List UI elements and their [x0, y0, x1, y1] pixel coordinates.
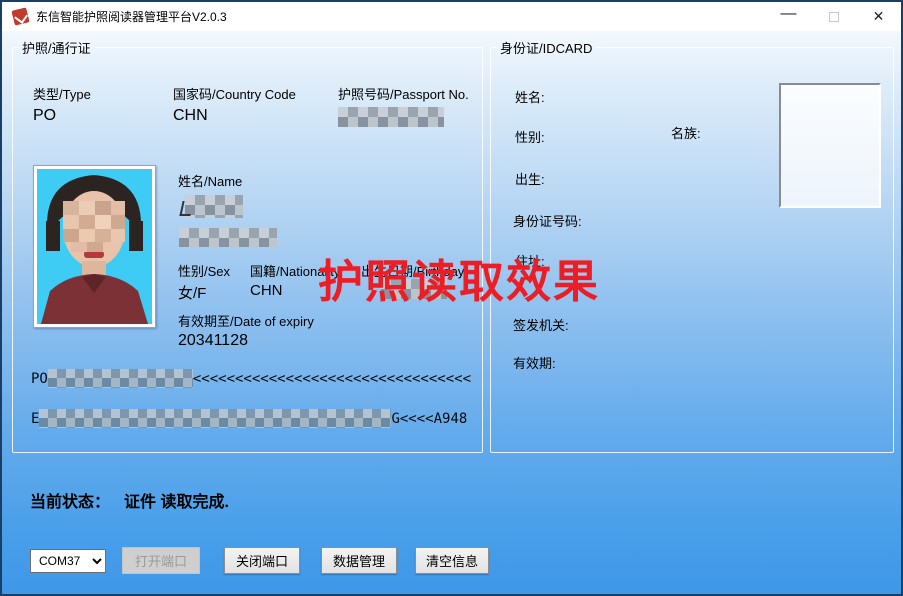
- id-validity-label: 有效期:: [513, 353, 556, 372]
- passport-groupbox-title: 护照/通行证: [19, 38, 94, 57]
- minimize-button[interactable]: —: [766, 2, 811, 31]
- passport-no-label: 护照号码/Passport No.: [338, 84, 469, 103]
- type-value: PO: [33, 107, 56, 125]
- maximize-icon: [829, 12, 839, 22]
- mrz-line-1: PO<<<<<<<<<<<<<<<<<<<<<<<<<<<<<<<<<: [31, 369, 471, 388]
- data-management-button[interactable]: 数据管理: [321, 547, 397, 574]
- id-name-label: 姓名:: [515, 87, 545, 106]
- birthday-label: 出生日期/Birthday: [361, 261, 464, 280]
- id-ethnicity-label: 名族:: [671, 123, 701, 142]
- app-window: 东信智能护照阅读器管理平台V2.0.3 — ✕ 护照/通行证 类型/Type P…: [0, 0, 903, 596]
- name-cn-redacted: [185, 195, 243, 218]
- passport-photo: [33, 165, 156, 328]
- mrz-line-2: EG<<<<A948: [31, 409, 467, 428]
- window-controls: — ✕: [766, 2, 901, 31]
- birthday-redacted: [381, 279, 447, 299]
- sex-label: 性别/Sex: [178, 261, 230, 280]
- passport-groupbox: 护照/通行证 类型/Type PO 国家码/Country Code CHN 护…: [12, 38, 483, 453]
- name-label: 姓名/Name: [178, 171, 242, 190]
- id-address-label: 住址:: [515, 251, 545, 270]
- status-label: 当前状态：: [30, 494, 110, 511]
- idcard-photo-placeholder: [779, 83, 881, 208]
- close-button[interactable]: ✕: [856, 2, 901, 31]
- open-port-button[interactable]: 打开端口: [122, 547, 200, 574]
- idcard-groupbox: 身份证/IDCARD 姓名: 性别: 名族: 出生: 身份证号码: 住址: 签发…: [490, 38, 894, 453]
- expiry-value: 20341128: [178, 332, 248, 350]
- status-bar: 当前状态： 证件 读取完成.: [30, 488, 229, 512]
- id-authority-label: 签发机关:: [513, 315, 569, 334]
- mrz2-redacted: [39, 409, 391, 428]
- country-code-label: 国家码/Country Code: [173, 84, 296, 103]
- passport-no-redacted: [338, 107, 444, 127]
- expiry-label: 有效期至/Date of expiry: [178, 311, 314, 330]
- window-title: 东信智能护照阅读器管理平台V2.0.3: [36, 8, 227, 25]
- type-label: 类型/Type: [33, 84, 91, 103]
- nationality-label: 国籍/Nationality: [250, 261, 340, 280]
- mrz1-redacted: [48, 369, 193, 388]
- id-sex-label: 性别:: [515, 127, 545, 146]
- maximize-button[interactable]: [811, 2, 856, 31]
- clear-info-button[interactable]: 清空信息: [415, 547, 489, 574]
- nationality-value: CHN: [250, 282, 283, 299]
- title-bar: 东信智能护照阅读器管理平台V2.0.3 — ✕: [2, 2, 901, 31]
- close-port-button[interactable]: 关闭端口: [224, 547, 300, 574]
- app-icon: [11, 7, 29, 25]
- com-port-select[interactable]: COM37: [30, 549, 106, 573]
- country-code-value: CHN: [173, 107, 208, 125]
- id-number-label: 身份证号码:: [513, 211, 582, 230]
- idcard-groupbox-title: 身份证/IDCARD: [497, 38, 595, 57]
- portrait-image: [37, 169, 152, 324]
- status-value: 证件 读取完成.: [124, 494, 229, 511]
- id-birth-label: 出生:: [515, 169, 545, 188]
- name-pinyin-redacted: [179, 228, 277, 247]
- sex-value: 女/F: [178, 282, 206, 303]
- client-area: 护照/通行证 类型/Type PO 国家码/Country Code CHN 护…: [2, 31, 901, 594]
